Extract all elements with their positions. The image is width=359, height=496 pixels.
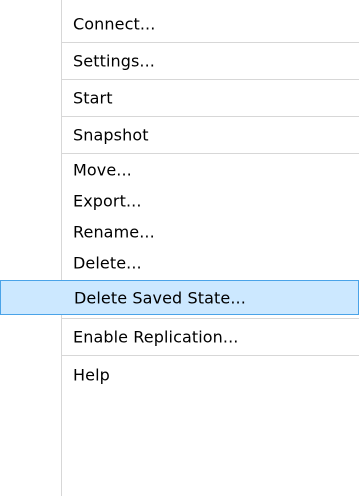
menu-item-settings[interactable]: Settings... [0,43,359,79]
menu-item-enable-replication[interactable]: Enable Replication... [0,319,359,355]
menu-item-label: Delete Saved State... [74,288,246,307]
context-menu: Connect... Settings... Start Snapshot Mo… [0,0,359,496]
menu-item-snapshot[interactable]: Snapshot [0,117,359,153]
menu-item-move[interactable]: Move... [0,154,359,185]
menu-item-label: Rename... [73,222,155,241]
menu-item-label: Delete... [73,253,142,272]
menu-item-label: Connect... [73,14,156,34]
menu-item-delete[interactable]: Delete... [0,247,359,278]
menu-item-label: Settings... [73,51,155,71]
menu-item-label: Export... [73,191,142,210]
menu-item-label: Start [73,88,113,108]
menu-item-start[interactable]: Start [0,80,359,116]
menu-item-label: Move... [73,160,132,179]
menu-item-help[interactable]: Help [0,356,359,394]
menu-item-label: Enable Replication... [73,327,239,347]
menu-item-label: Snapshot [73,125,149,145]
menu-item-delete-saved-state[interactable]: Delete Saved State... [0,280,359,315]
menu-item-label: Help [73,365,110,385]
menu-item-connect[interactable]: Connect... [0,6,359,42]
menu-item-rename[interactable]: Rename... [0,216,359,247]
menu-item-export[interactable]: Export... [0,185,359,216]
